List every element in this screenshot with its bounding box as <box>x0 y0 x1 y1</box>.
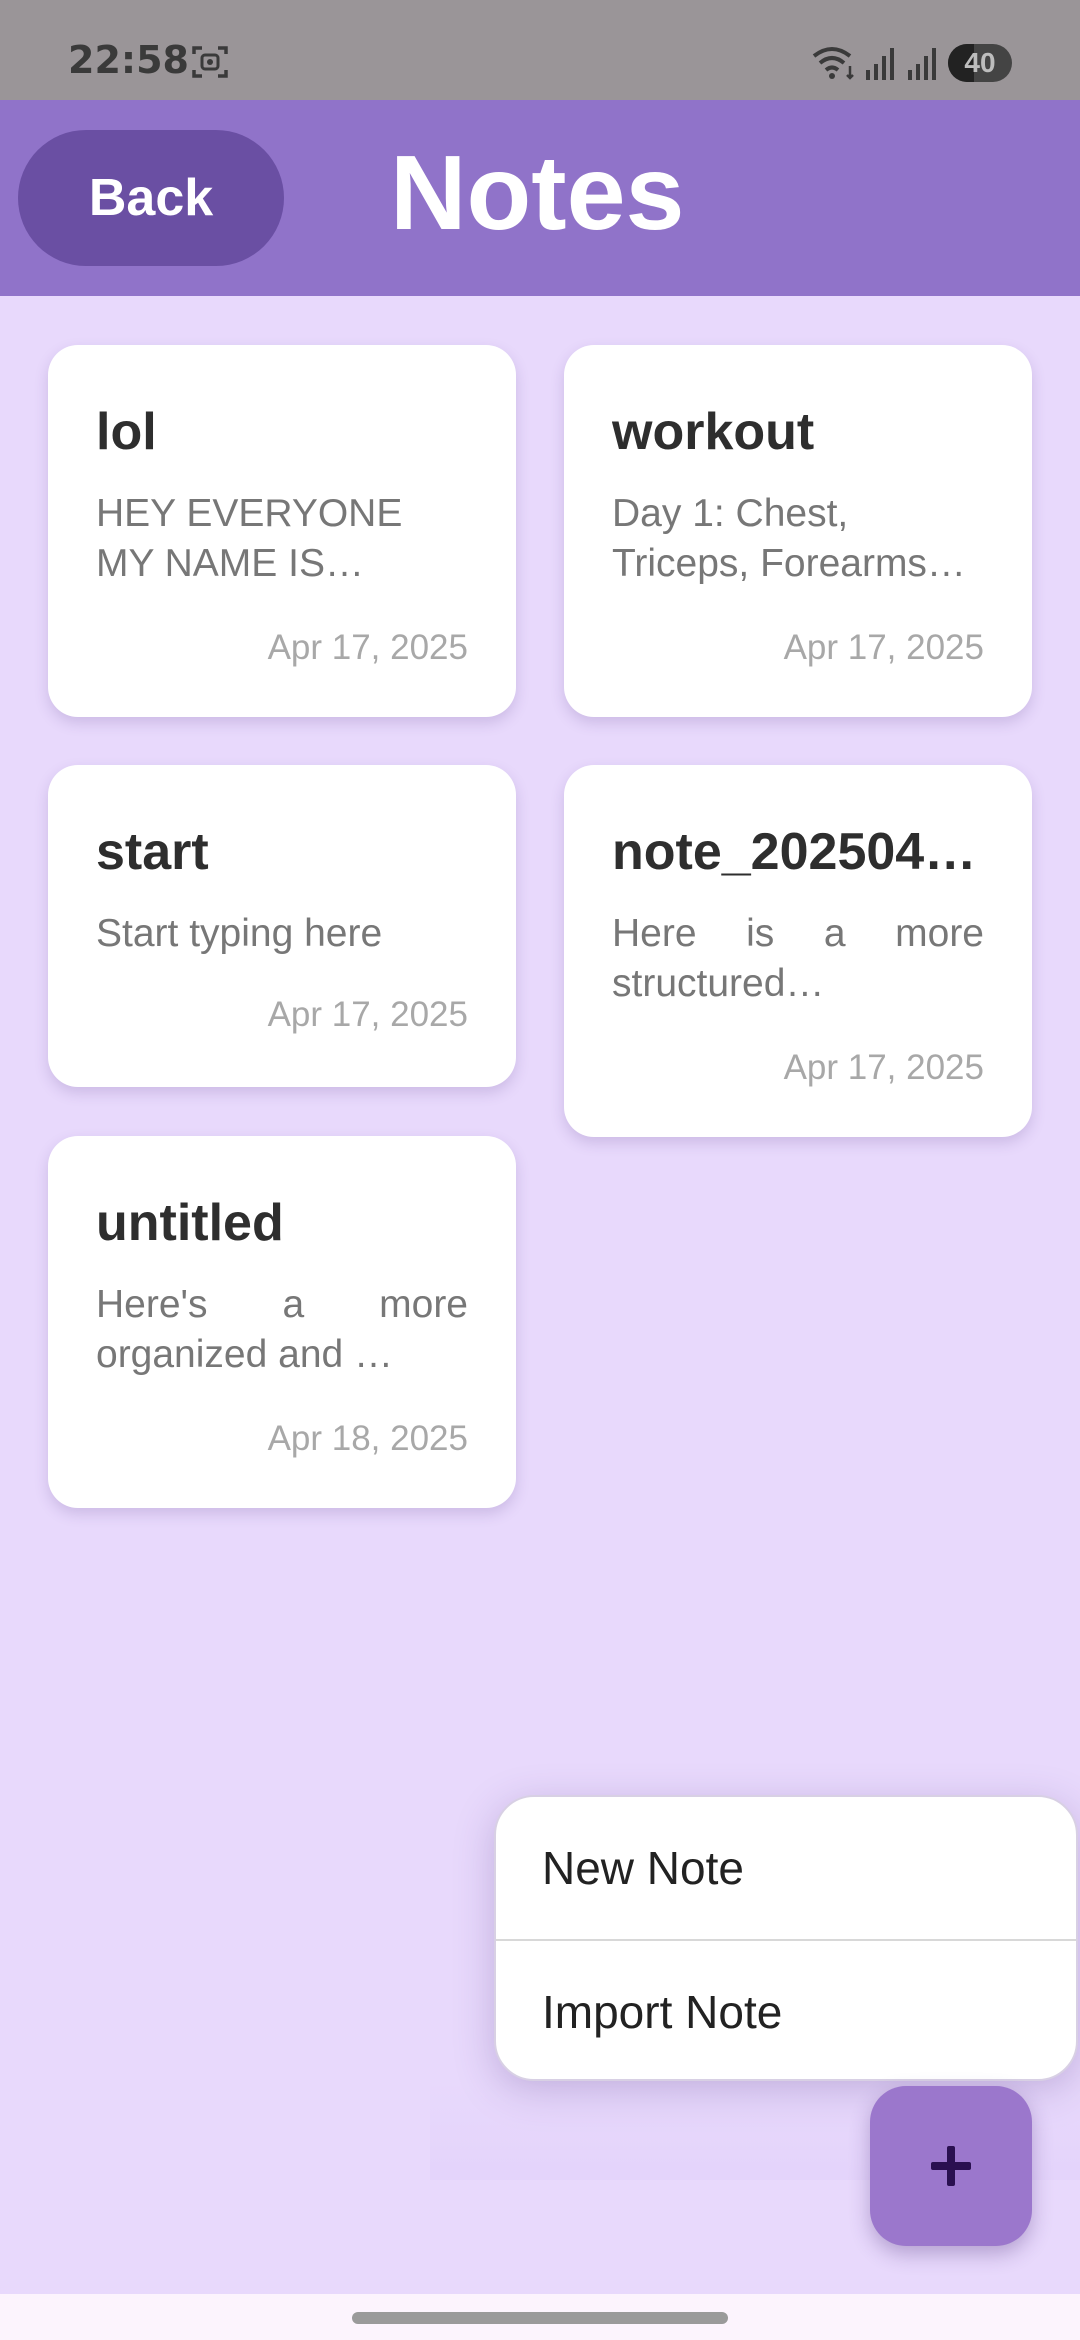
note-date: Apr 17, 2025 <box>783 1048 984 1087</box>
wifi-icon <box>812 47 854 80</box>
note-title: untitled <box>96 1194 284 1252</box>
status-bar: 22:58 40 <box>0 0 1080 100</box>
note-preview: Here's a more organized and … <box>96 1283 468 1376</box>
battery-level: 40 <box>964 47 996 78</box>
note-card-start[interactable]: start Start typing here Apr 17, 2025 <box>48 765 516 1087</box>
note-card-lol[interactable]: lol HEY EVERYONE MY NAME IS SAMYAK… Apr … <box>48 345 516 717</box>
note-preview: Start typing here <box>96 912 383 955</box>
note-title: start <box>96 823 209 881</box>
note-date: Apr 17, 2025 <box>783 628 984 667</box>
note-title: workout <box>612 403 815 461</box>
signal-icon <box>866 48 894 80</box>
note-preview: Here is a more structured… <box>612 912 984 1005</box>
menu-item-import-note[interactable]: Import Note <box>496 1941 1076 2079</box>
note-card-note-202504[interactable]: note_202504… Here is a more structured… … <box>564 765 1032 1137</box>
note-date: Apr 17, 2025 <box>267 628 468 667</box>
home-gesture-handle[interactable] <box>352 2312 728 2324</box>
battery-icon: 40 <box>948 44 1012 82</box>
plus-icon <box>931 2146 971 2186</box>
menu-item-new-note[interactable]: New Note <box>496 1797 1076 1939</box>
add-note-fab[interactable] <box>870 2086 1032 2246</box>
note-title: note_202504… <box>612 823 977 881</box>
note-card-untitled[interactable]: untitled Here's a more organized and … A… <box>48 1136 516 1508</box>
signal-icon <box>908 48 936 80</box>
screenshot-icon <box>192 46 228 78</box>
note-card-workout[interactable]: workout Day 1: Chest, Triceps, Forearms…… <box>564 345 1032 717</box>
status-time: 22:58 <box>68 38 189 82</box>
page-title: Notes <box>390 134 685 252</box>
back-button[interactable]: Back <box>18 130 284 266</box>
notes-screen: 22:58 40 Back Notes lol HEY EVERYONE MY … <box>0 0 1080 2340</box>
note-title: lol <box>96 403 157 461</box>
note-date: Apr 17, 2025 <box>267 995 468 1034</box>
note-preview: Day 1: Chest, Triceps, Forearms… <box>612 492 966 585</box>
note-preview: HEY EVERYONE MY NAME IS SAMYAK… <box>96 492 403 585</box>
note-date: Apr 18, 2025 <box>267 1419 468 1458</box>
fab-popup-menu: New Note Import Note <box>494 1795 1078 2081</box>
